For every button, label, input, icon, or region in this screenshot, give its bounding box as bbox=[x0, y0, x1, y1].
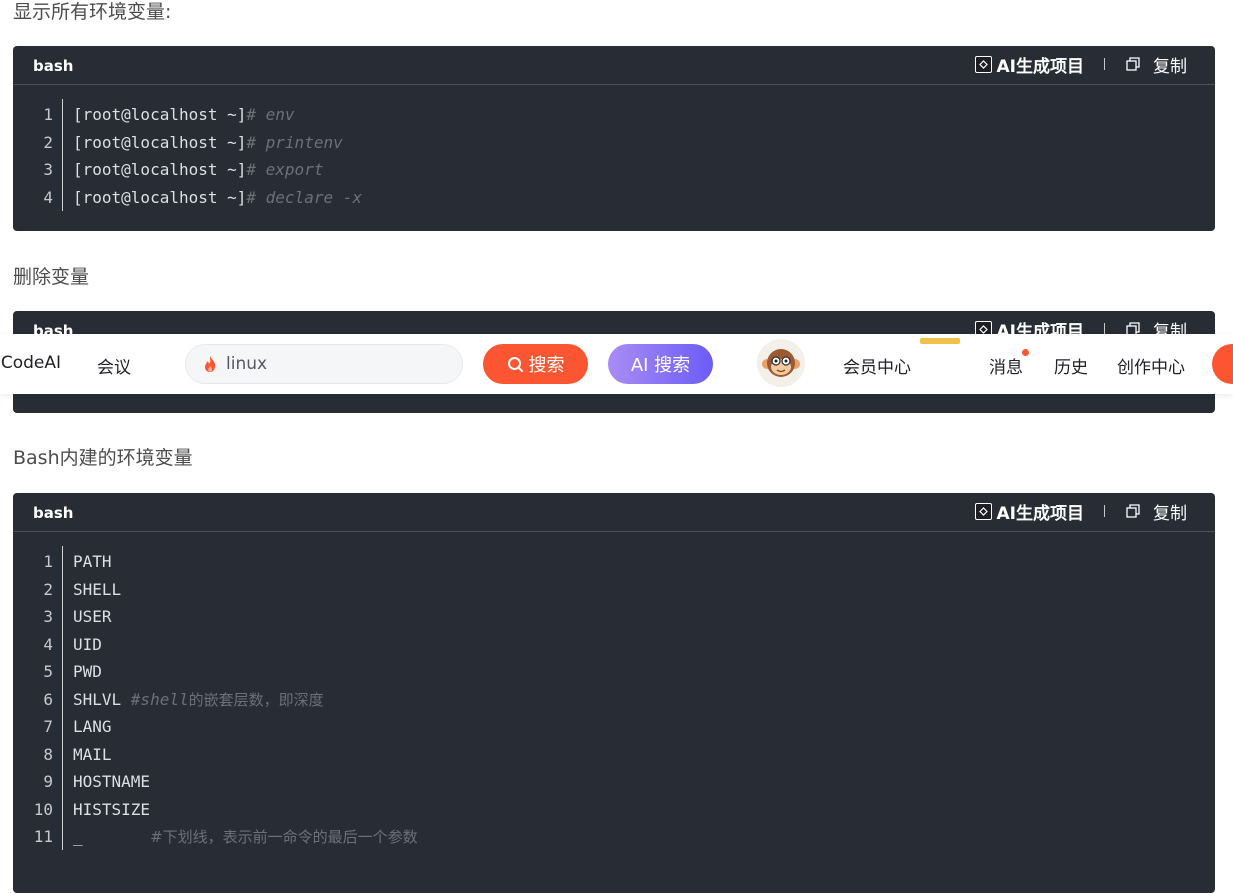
code-body: 1 [root@localhost ~]# env 2 [root@localhos… bbox=[13, 85, 1215, 211]
line-number: 11 bbox=[33, 827, 53, 846]
code-line: 11 _ #下划线，表示前一命令的最后一个参数 bbox=[13, 823, 1215, 851]
code-text: UID bbox=[73, 634, 102, 654]
code-text: [root@localhost ~] bbox=[73, 132, 247, 152]
line-number: 2 bbox=[43, 579, 53, 599]
line-number: 5 bbox=[43, 662, 53, 681]
code-line: 10 HISTSIZE bbox=[13, 796, 1215, 824]
site-toolbar: sCodeAI 会议 搜索 AI 搜索 会员中心 消息 历史 创作中心 bbox=[0, 334, 1233, 394]
code-comment: # printenv bbox=[246, 132, 343, 152]
code-line: 3 [root@localhost ~]# export bbox=[13, 156, 1215, 184]
history-link[interactable]: 历史 bbox=[1054, 353, 1088, 378]
code-line: 3 USER bbox=[13, 603, 1215, 631]
code-line: 6 SHLVL #shell的嵌套层数，即深度 bbox=[13, 686, 1215, 714]
code-line: 8 MAIL bbox=[13, 741, 1215, 769]
code-text: PATH bbox=[73, 552, 112, 571]
code-block-header: bash AI生成项目 复制 bbox=[13, 46, 1215, 85]
code-text: HOSTNAME bbox=[73, 772, 151, 791]
code-text: USER bbox=[73, 607, 112, 626]
section-2-heading: 删除变量 bbox=[13, 266, 90, 288]
code-text: HISTSIZE bbox=[73, 799, 151, 819]
code-text: [root@localhost ~] bbox=[73, 187, 247, 207]
code-line: 1 PATH bbox=[13, 548, 1215, 576]
code-language-label: bash bbox=[33, 57, 74, 75]
code-line: 4 UID bbox=[13, 631, 1215, 659]
member-center-link[interactable]: 会员中心 bbox=[843, 353, 911, 378]
ai-generate-project-button[interactable]: AI生成项目 bbox=[997, 499, 1084, 524]
section-3-heading: Bash内建的环境变量 bbox=[13, 447, 193, 469]
copy-icon[interactable] bbox=[1125, 503, 1141, 519]
code-block-builtin-vars: bash AI生成项目 复制 1 PATH 2 SHELL 3 USER 4 UID 5… bbox=[13, 493, 1215, 893]
code-comment: # declare -x bbox=[246, 187, 362, 207]
code-toolbar: AI生成项目 复制 bbox=[974, 52, 1187, 77]
line-number: 2 bbox=[43, 132, 53, 152]
code-block-env: bash AI生成项目 复制 1 [root@localhost ~]# env … bbox=[13, 46, 1215, 231]
ai-search-button[interactable]: AI 搜索 bbox=[608, 344, 713, 384]
code-text: SHELL bbox=[73, 579, 122, 599]
ai-generate-project-button[interactable]: AI生成项目 bbox=[997, 52, 1084, 77]
code-block-header: bash AI生成项目 复制 bbox=[13, 493, 1215, 532]
line-number: 4 bbox=[43, 634, 53, 654]
line-number: 10 bbox=[33, 799, 53, 819]
avatar[interactable] bbox=[757, 339, 805, 387]
code-line: 1 [root@localhost ~]# env bbox=[13, 101, 1215, 129]
section-1-heading: 显示所有环境变量: bbox=[13, 1, 172, 23]
copy-button[interactable]: 复制 bbox=[1153, 52, 1187, 77]
search-icon bbox=[507, 356, 524, 373]
code-body: 1 PATH 2 SHELL 3 USER 4 UID 5 PWD 6 SHLVL #she… bbox=[13, 532, 1215, 851]
search-input[interactable] bbox=[226, 353, 446, 375]
search-button-label: 搜索 bbox=[528, 355, 565, 376]
code-text: SHLVL bbox=[73, 689, 131, 709]
search-box[interactable] bbox=[185, 344, 463, 384]
code-text: PWD bbox=[73, 662, 102, 681]
toolbar-divider bbox=[1104, 58, 1105, 70]
vip-badge-icon bbox=[920, 338, 960, 344]
code-text: _ bbox=[73, 827, 151, 846]
copy-icon[interactable] bbox=[1125, 56, 1141, 72]
ai-search-label: AI 搜索 bbox=[630, 355, 691, 376]
line-number: 4 bbox=[43, 187, 53, 207]
publish-button[interactable] bbox=[1212, 344, 1233, 384]
code-line: 2 [root@localhost ~]# printenv bbox=[13, 129, 1215, 157]
line-number: 8 bbox=[43, 744, 53, 764]
code-text: [root@localhost ~] bbox=[73, 105, 247, 124]
search-button[interactable]: 搜索 bbox=[483, 344, 588, 384]
code-text: LANG bbox=[73, 717, 112, 736]
line-number: 1 bbox=[43, 552, 53, 571]
code-text: MAIL bbox=[73, 744, 112, 764]
meeting-link[interactable]: 会议 bbox=[97, 353, 131, 378]
creator-center-link[interactable]: 创作中心 bbox=[1117, 353, 1185, 378]
line-number: 1 bbox=[43, 105, 53, 124]
brand-link[interactable]: sCodeAI bbox=[0, 353, 61, 373]
line-number: 3 bbox=[43, 607, 53, 626]
code-line: 7 LANG bbox=[13, 713, 1215, 741]
code-comment: #下划线，表示前一命令的最后一个参数 bbox=[150, 828, 418, 846]
messages-link[interactable]: 消息 bbox=[989, 353, 1023, 378]
line-number: 3 bbox=[43, 160, 53, 179]
code-line: 2 SHELL bbox=[13, 576, 1215, 604]
copy-button[interactable]: 复制 bbox=[1153, 499, 1187, 524]
ai-generate-icon[interactable] bbox=[974, 502, 992, 520]
notification-dot bbox=[1022, 349, 1029, 356]
code-line: 5 PWD bbox=[13, 658, 1215, 686]
toolbar-divider bbox=[1104, 505, 1105, 517]
code-comment: # export bbox=[246, 160, 324, 179]
code-text: [root@localhost ~] bbox=[73, 160, 247, 179]
monkey-avatar-icon bbox=[762, 349, 800, 377]
code-toolbar: AI生成项目 复制 bbox=[974, 499, 1187, 524]
code-line: 9 HOSTNAME bbox=[13, 768, 1215, 796]
line-number: 9 bbox=[43, 772, 53, 791]
line-number: 7 bbox=[43, 717, 53, 736]
code-language-label: bash bbox=[33, 504, 74, 522]
code-comment: 的嵌套层数，即深度 bbox=[188, 690, 324, 709]
fire-icon bbox=[203, 355, 217, 377]
code-comment: # env bbox=[246, 105, 295, 124]
code-comment: #shell bbox=[130, 689, 189, 709]
code-line: 4 [root@localhost ~]# declare -x bbox=[13, 184, 1215, 212]
ai-generate-icon[interactable] bbox=[974, 55, 992, 73]
line-number: 6 bbox=[43, 689, 53, 709]
